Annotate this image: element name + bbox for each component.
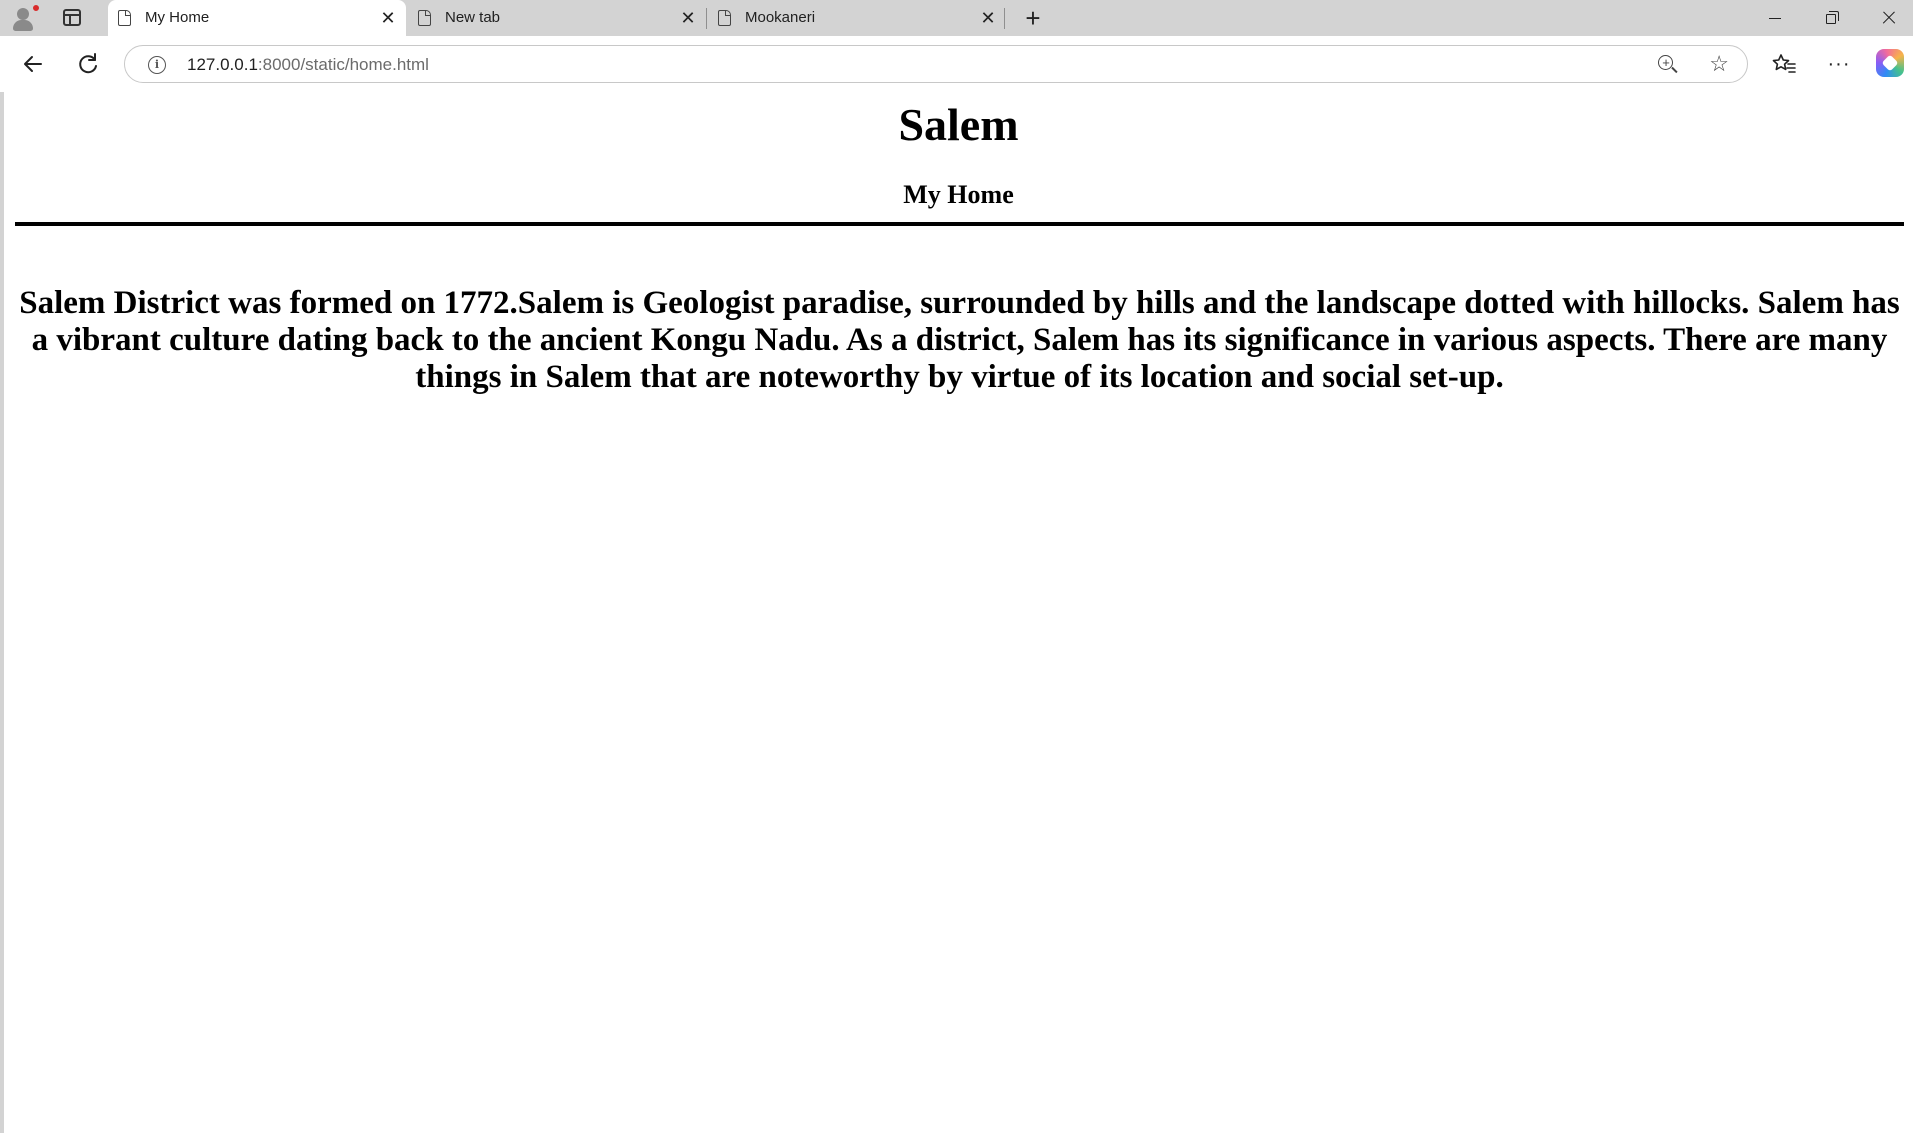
address-bar[interactable]: i 127.0.0.1:8000/static/home.html + ☆	[124, 45, 1748, 83]
tab-mookaneri[interactable]: Mookaneri ✕	[708, 0, 1006, 36]
notification-dot	[32, 4, 40, 12]
horizontal-rule	[15, 222, 1904, 226]
zoom-in-icon[interactable]: +	[1657, 54, 1679, 76]
close-tab-icon[interactable]: ✕	[378, 8, 398, 28]
sidebar-toggle-icon[interactable]	[63, 9, 81, 26]
page-body-text: Salem District was formed on 1772.Salem …	[19, 285, 1900, 395]
address-url[interactable]: 127.0.0.1:8000/static/home.html	[187, 55, 429, 75]
reload-icon[interactable]	[72, 48, 104, 80]
star-icon[interactable]: ☆	[1709, 51, 1729, 77]
tab-title: Mookaneri	[745, 9, 816, 26]
page-icon	[118, 10, 131, 26]
tab-strip: My Home ✕ New tab ✕ Mookaneri ✕ +	[0, 0, 1913, 36]
tab-title: New tab	[445, 9, 501, 26]
back-arrow-icon[interactable]	[17, 48, 49, 80]
page-title: Salem	[898, 99, 1019, 150]
copilot-icon[interactable]	[1876, 49, 1904, 77]
page-icon	[418, 10, 431, 26]
url-host: 127.0.0.1	[187, 55, 258, 74]
profile-head-shape	[17, 8, 29, 20]
restore-window-button[interactable]	[1804, 0, 1860, 36]
page-viewport: Salem My Home Salem District was formed …	[0, 92, 1913, 1133]
favorites-glyph	[1772, 54, 1796, 73]
favorites-icon[interactable]	[1768, 48, 1800, 80]
profile-body-shape	[13, 20, 33, 31]
zoom-plus-glyph: +	[1662, 55, 1670, 70]
back-arrow-glyph	[24, 56, 42, 72]
close-window-button[interactable]	[1861, 0, 1913, 36]
tab-my-home[interactable]: My Home ✕	[108, 0, 406, 36]
browser-toolbar: i 127.0.0.1:8000/static/home.html + ☆ ··…	[0, 36, 1913, 92]
more-icon[interactable]: ···	[1823, 48, 1855, 80]
plus-icon[interactable]: +	[1020, 4, 1046, 32]
tab-new-tab[interactable]: New tab ✕	[408, 0, 706, 36]
tab-separator	[706, 8, 707, 29]
restore-box-shape	[1829, 11, 1839, 21]
page-content: Salem My Home Salem District was formed …	[4, 92, 1913, 1133]
close-tab-icon[interactable]: ✕	[678, 8, 698, 28]
page-subtitle: My Home	[903, 180, 1014, 209]
tab-separator	[1004, 8, 1005, 29]
minimize-window-button[interactable]	[1747, 0, 1803, 36]
page-icon	[718, 10, 731, 26]
url-path: :8000/static/home.html	[257, 55, 429, 74]
profile-avatar-icon[interactable]	[10, 4, 40, 33]
tab-title: My Home	[145, 9, 210, 26]
close-tab-icon[interactable]: ✕	[978, 8, 998, 28]
zoom-handle-shape	[1671, 66, 1678, 74]
site-info-icon[interactable]: i	[148, 56, 166, 74]
reload-glyph	[79, 53, 97, 74]
